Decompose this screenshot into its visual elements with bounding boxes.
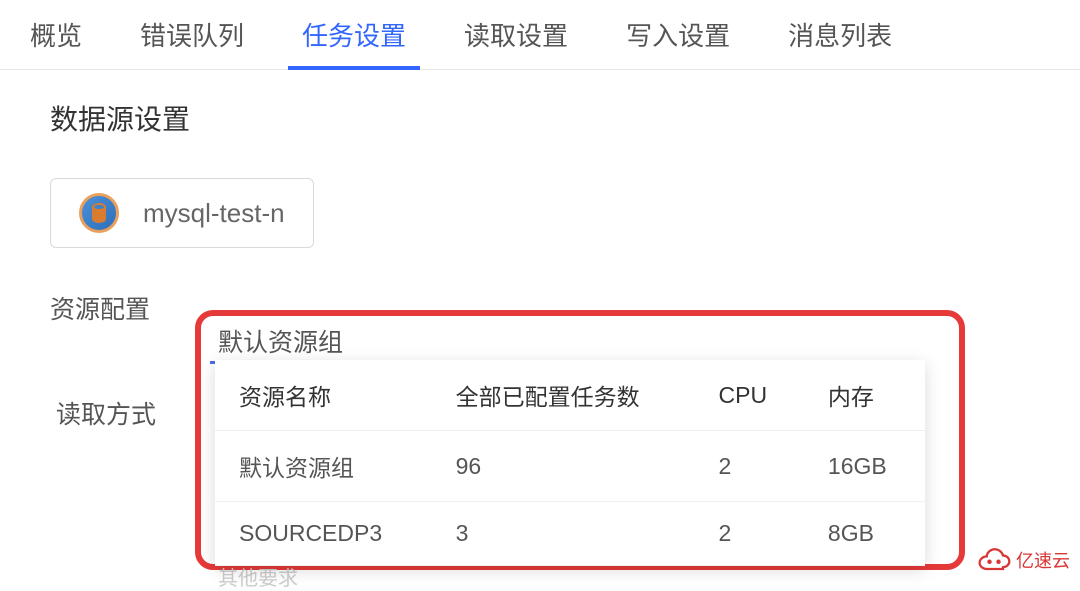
tab-error-queue[interactable]: 错误队列 (120, 0, 264, 70)
mysql-icon (79, 193, 119, 233)
resource-dropdown-input[interactable] (210, 320, 760, 364)
cell-memory: 8GB (804, 502, 925, 566)
tab-read-settings[interactable]: 读取设置 (444, 0, 588, 70)
resource-config-label: 资源配置 (50, 284, 190, 326)
resource-dropdown-panel: 资源名称 全部已配置任务数 CPU 内存 默认资源组 96 2 16GB SOU… (215, 360, 925, 566)
col-task-count: 全部已配置任务数 (432, 360, 695, 431)
table-header-row: 资源名称 全部已配置任务数 CPU 内存 (215, 360, 925, 431)
cell-memory: 16GB (804, 431, 925, 502)
col-cpu: CPU (695, 360, 804, 431)
col-resource-name: 资源名称 (215, 360, 432, 431)
col-memory: 内存 (804, 360, 925, 431)
cell-cpu: 2 (695, 431, 804, 502)
section-title: 数据源设置 (50, 98, 1030, 138)
readmode-label: 读取方式 (56, 395, 156, 431)
datasource-card[interactable]: mysql-test-n (50, 178, 314, 248)
cell-name: 默认资源组 (215, 431, 432, 502)
cell-tasks: 3 (432, 502, 695, 566)
tab-write-settings[interactable]: 写入设置 (606, 0, 750, 70)
tab-task-settings[interactable]: 任务设置 (282, 0, 426, 70)
cloud-icon (976, 546, 1012, 574)
cell-cpu: 2 (695, 502, 804, 566)
table-row[interactable]: SOURCEDP3 3 2 8GB (215, 502, 925, 566)
tab-overview[interactable]: 概览 (10, 0, 102, 70)
tab-message-list[interactable]: 消息列表 (768, 0, 912, 70)
watermark-logo: 亿速云 (976, 546, 1070, 574)
watermark-text: 亿速云 (1016, 547, 1070, 573)
resource-dropdown[interactable] (210, 320, 760, 364)
table-row[interactable]: 默认资源组 96 2 16GB (215, 431, 925, 502)
datasource-name: mysql-test-n (143, 198, 285, 229)
faint-text: 其他要求 (218, 562, 298, 591)
cell-name: SOURCEDP3 (215, 502, 432, 566)
resource-table: 资源名称 全部已配置任务数 CPU 内存 默认资源组 96 2 16GB SOU… (215, 360, 925, 566)
tab-bar: 概览 错误队列 任务设置 读取设置 写入设置 消息列表 (0, 0, 1080, 70)
cell-tasks: 96 (432, 431, 695, 502)
